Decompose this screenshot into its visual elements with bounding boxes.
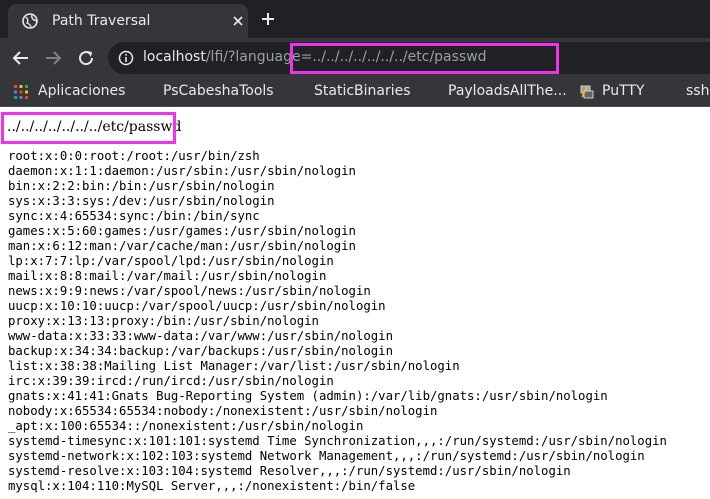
tab-strip: Path Traversal (0, 0, 710, 38)
passwd-output: root:x:0:0:root:/root:/usr/bin/zsh daemo… (8, 149, 667, 494)
new-tab-icon[interactable] (260, 11, 276, 27)
passwd-line: lp:x:7:7:lp:/var/spool/lpd:/usr/sbin/nol… (8, 254, 334, 268)
passwd-line: www-data:x:33:33:www-data:/var/www:/usr/… (8, 329, 393, 343)
info-icon[interactable] (118, 50, 134, 66)
reload-icon[interactable] (77, 49, 95, 67)
url-host: localhost (143, 49, 206, 65)
apps-grid-icon (14, 85, 28, 99)
passwd-line: root:x:0:0:root:/root:/usr/bin/zsh (8, 149, 260, 163)
passwd-line: news:x:9:9:news:/var/spool/news:/usr/sbi… (8, 284, 371, 298)
passwd-line: sync:x:4:65534:sync:/bin:/bin/sync (8, 209, 260, 223)
passwd-line: proxy:x:13:13:proxy:/bin:/usr/sbin/nolog… (8, 314, 319, 328)
putty-icon (580, 85, 594, 99)
back-arrow-icon[interactable] (12, 49, 30, 67)
url-highlight-box (290, 43, 559, 74)
passwd-line: mysql:x:104:110:MySQL Server,,,:/nonexis… (8, 479, 416, 493)
passwd-line: systemd-network:x:102:103:systemd Networ… (8, 449, 645, 463)
passwd-line: bin:x:2:2:bin:/bin:/usr/sbin/nologin (8, 179, 275, 193)
forward-arrow-icon[interactable] (44, 49, 62, 67)
passwd-line: games:x:5:60:games:/usr/games:/usr/sbin/… (8, 224, 356, 238)
bookmark-payloadsallthe[interactable]: PayloadsAllThe... (448, 83, 567, 99)
bookmark-staticbinaries[interactable]: StaticBinaries (314, 83, 411, 99)
passwd-line: list:x:38:38:Mailing List Manager:/var/l… (8, 359, 460, 373)
passwd-line: systemd-timesync:x:101:101:systemd Time … (8, 434, 667, 448)
bookmark-ssh[interactable]: ssh (686, 83, 709, 99)
bookmark-aplicaciones[interactable]: Aplicaciones (38, 83, 125, 99)
heading-highlight-box (1, 112, 176, 144)
tab-title: Path Traversal (52, 13, 151, 29)
bookmark-pscabeshatools[interactable]: PsCabeshaTools (163, 83, 274, 99)
globe-icon (22, 13, 38, 29)
passwd-line: systemd-resolve:x:103:104:systemd Resolv… (8, 464, 571, 478)
passwd-line: sys:x:3:3:sys:/dev:/usr/sbin/nologin (8, 194, 275, 208)
bookmark-putty[interactable]: PuTTY (602, 83, 644, 99)
passwd-line: _apt:x:100:65534::/nonexistent:/usr/sbin… (8, 419, 364, 433)
passwd-line: man:x:6:12:man:/var/cache/man:/usr/sbin/… (8, 239, 356, 253)
close-tab-icon[interactable] (230, 13, 246, 29)
tab-active[interactable]: Path Traversal (8, 4, 248, 38)
passwd-line: nobody:x:65534:65534:nobody:/nonexistent… (8, 404, 438, 418)
passwd-line: backup:x:34:34:backup:/var/backups:/usr/… (8, 344, 393, 358)
passwd-line: uucp:x:10:10:uucp:/var/spool/uucp:/usr/s… (8, 299, 386, 313)
passwd-line: mail:x:8:8:mail:/var/mail:/usr/sbin/nolo… (8, 269, 327, 283)
bookmarks-bar: Aplicaciones PsCabeshaTools StaticBinari… (0, 78, 710, 107)
passwd-line: daemon:x:1:1:daemon:/usr/sbin:/usr/sbin/… (8, 164, 356, 178)
passwd-line: irc:x:39:39:ircd:/run/ircd:/usr/sbin/nol… (8, 374, 334, 388)
passwd-line: gnats:x:41:41:Gnats Bug-Reporting System… (8, 389, 608, 403)
